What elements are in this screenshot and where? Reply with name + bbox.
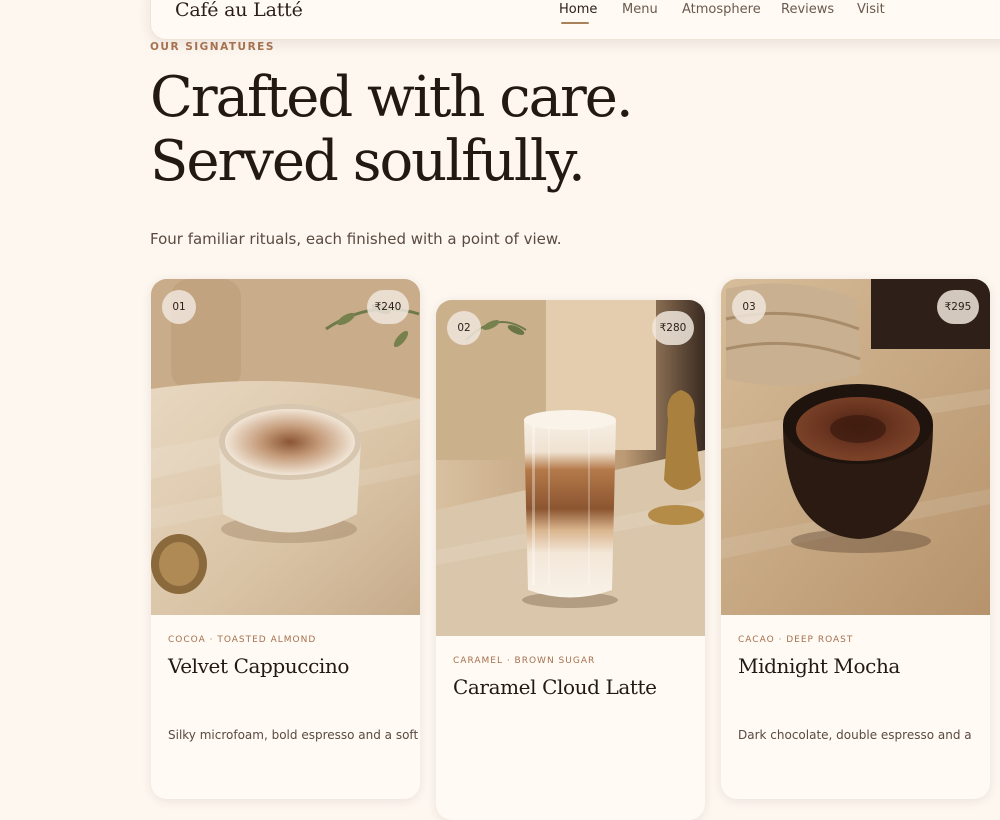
card-body: COCOA · TOASTED ALMOND Velvet Cappuccino… (151, 615, 420, 799)
nav-item-menu[interactable]: Menu (622, 2, 658, 17)
hero-subhead: Four familiar rituals, each finished wit… (150, 230, 562, 248)
product-card-velvet-cappuccino[interactable]: 01 ₹240 COCOA · TOASTED ALMOND Velvet Ca… (151, 279, 420, 799)
card-number-badge: 03 (732, 290, 766, 324)
product-card-caramel-cloud-latte[interactable]: 02 ₹280 CARAMEL · BROWN SUGAR Caramel Cl… (436, 300, 705, 820)
section-eyebrow: OUR SIGNATURES (150, 41, 275, 53)
nav-item-visit[interactable]: Visit (857, 2, 885, 17)
nav-item-reviews[interactable]: Reviews (781, 2, 834, 17)
card-number-badge: 01 (162, 290, 196, 324)
nav-item-home[interactable]: Home (559, 2, 597, 17)
card-number-badge: 02 (447, 311, 481, 345)
flavor-tags: COCOA · TOASTED ALMOND (168, 635, 317, 645)
card-body: CACAO · DEEP ROAST Midnight Mocha Dark c… (721, 615, 990, 799)
product-card-midnight-mocha[interactable]: 03 ₹295 CACAO · DEEP ROAST Midnight Moch… (721, 279, 990, 799)
card-title[interactable]: Caramel Cloud Latte (453, 675, 657, 699)
cappuccino-photo (151, 279, 420, 615)
card-title[interactable]: Midnight Mocha (738, 654, 900, 678)
mocha-photo (721, 279, 990, 615)
card-title[interactable]: Velvet Cappuccino (168, 654, 349, 678)
hero-headline: Crafted with care. Served soulfully. (150, 65, 634, 194)
headline-line-2: Served soulfully. (150, 129, 586, 194)
main-nav: Home Menu Atmosphere Reviews Visit (151, 2, 1000, 22)
card-description: Silky microfoam, bold espresso and a sof… (168, 728, 419, 742)
latte-photo (436, 300, 705, 636)
mocha-illustration (721, 279, 990, 615)
card-body: CARAMEL · BROWN SUGAR Caramel Cloud Latt… (436, 636, 705, 820)
nav-item-atmosphere[interactable]: Atmosphere (682, 2, 761, 17)
flavor-tags: CARAMEL · BROWN SUGAR (453, 656, 596, 666)
latte-illustration (436, 300, 705, 636)
cappuccino-illustration (151, 279, 420, 615)
card-description: Dark chocolate, double espresso and a (738, 728, 972, 742)
price-badge: ₹295 (937, 290, 979, 324)
headline-line-1: Crafted with care. (150, 65, 634, 130)
price-badge: ₹240 (367, 290, 409, 324)
flavor-tags: CACAO · DEEP ROAST (738, 635, 854, 645)
price-badge: ₹280 (652, 311, 694, 345)
top-navbar: Café au Latté Home Menu Atmosphere Revie… (150, 0, 1000, 40)
active-nav-indicator (561, 22, 589, 24)
